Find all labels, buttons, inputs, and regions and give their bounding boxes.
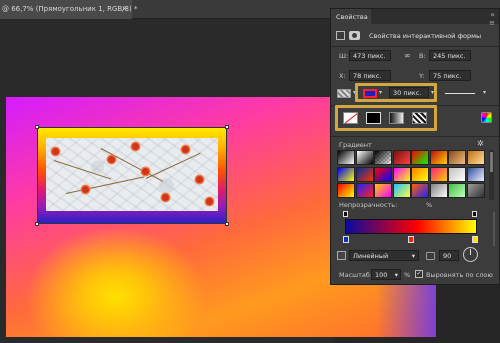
transform-handle[interactable] <box>35 125 39 129</box>
tab-properties[interactable]: Свойства <box>331 9 371 24</box>
vine-stem <box>145 152 201 179</box>
gradient-preset-swatch[interactable] <box>374 166 392 182</box>
fill-type-highlight-box <box>335 105 437 131</box>
gradient-settings-gear-icon[interactable]: ✲ <box>477 139 484 148</box>
panel-tab-strip: Свойства « ≡ <box>331 9 499 27</box>
chevron-down-icon: ▾ <box>394 271 398 279</box>
gradient-preset-swatch[interactable] <box>355 166 374 182</box>
flower-motif <box>196 176 203 183</box>
flower-motif <box>142 168 149 175</box>
opacity-stop-right[interactable] <box>472 211 477 217</box>
flower-motif <box>52 148 59 155</box>
angle-field[interactable]: 90 <box>439 250 459 261</box>
flower-motif <box>108 156 115 163</box>
gradient-preset-swatch[interactable] <box>411 183 429 198</box>
presets-scrollbar[interactable] <box>489 150 494 200</box>
align-label: Выровнять по слою <box>426 271 493 279</box>
fill-swatch[interactable] <box>337 89 351 98</box>
stroke-highlight-box <box>355 83 437 102</box>
scale-value: 100 <box>375 271 388 279</box>
flower-motif <box>182 146 189 153</box>
x-field[interactable]: 78 пикс. <box>349 70 391 81</box>
section-title: Свойства интерактивной формы <box>369 32 482 40</box>
gradient-preset-swatch[interactable] <box>466 150 485 165</box>
width-field[interactable]: 473 пикс. <box>349 50 391 61</box>
gradient-preset-swatch[interactable] <box>466 166 485 182</box>
transform-handle[interactable] <box>225 125 229 129</box>
chevron-down-icon: ▾ <box>411 252 415 260</box>
flower-motif <box>162 194 169 201</box>
color-stop-blue[interactable] <box>343 236 349 243</box>
document-tab[interactable]: @ 66,7% (Прямоугольник 1, RGB/8) * × <box>0 0 137 19</box>
vine-stem <box>100 148 164 182</box>
gradient-preset-swatch[interactable] <box>411 150 429 165</box>
floral-pattern-fill <box>46 138 218 211</box>
collapse-panel-icon[interactable]: « <box>490 10 495 19</box>
scale-unit: % <box>404 271 411 279</box>
document-tab-title: @ 66,7% (Прямоугольник 1, RGB/8) * <box>2 5 138 13</box>
width-label: Ш: <box>339 52 349 60</box>
vine-stem <box>65 176 145 194</box>
gradient-preset-swatch[interactable] <box>392 166 411 182</box>
divider <box>331 136 499 137</box>
flower-motif <box>82 186 89 193</box>
gradient-preset-swatch[interactable] <box>337 183 355 198</box>
gradient-preset-swatch[interactable] <box>429 150 448 165</box>
stroke-type-line-icon[interactable] <box>445 93 475 94</box>
gradient-preset-swatch[interactable] <box>355 150 374 165</box>
gradient-type-icon <box>337 251 346 260</box>
y-field[interactable]: 75 пикс. <box>429 70 471 81</box>
gradient-label: Градиент <box>339 141 372 149</box>
gradient-preset-swatch[interactable] <box>337 150 355 165</box>
mask-properties-icon[interactable] <box>349 31 360 40</box>
flower-motif <box>132 143 139 150</box>
gradient-editor-bar[interactable] <box>345 219 477 234</box>
color-picker-icon[interactable] <box>481 112 492 123</box>
gradient-preset-swatch[interactable] <box>448 150 466 165</box>
divider <box>331 46 499 47</box>
gradient-preset-swatch[interactable] <box>448 166 466 182</box>
reverse-gradient-icon[interactable] <box>426 252 435 260</box>
y-label: Y: <box>419 72 425 80</box>
align-checkbox[interactable]: ✓ <box>415 270 423 278</box>
opacity-stop-left[interactable] <box>343 211 348 217</box>
gradient-preset-swatch[interactable] <box>374 150 392 165</box>
gradient-preset-swatch[interactable] <box>448 183 466 198</box>
opacity-unit: % <box>426 201 433 209</box>
panel-scrollbar[interactable] <box>493 212 495 246</box>
gradient-type-select[interactable]: Линейный ▾ <box>349 250 419 261</box>
angle-dial[interactable] <box>463 247 478 262</box>
panel-menu-icon[interactable]: ≡ <box>489 19 495 27</box>
properties-panel: Свойства « ≡ Свойства интерактивной форм… <box>330 8 500 285</box>
transform-handle[interactable] <box>35 222 39 226</box>
flower-motif <box>206 198 213 205</box>
link-dimensions-icon[interactable]: ∞ <box>404 51 411 60</box>
gradient-preset-swatch[interactable] <box>466 183 485 198</box>
x-label: X: <box>339 72 346 80</box>
shape-properties-icon[interactable] <box>336 31 345 40</box>
gradient-presets-grid <box>337 150 487 200</box>
scale-field[interactable]: 100 ▾ <box>371 269 401 280</box>
scale-label: Масштаб: <box>339 271 373 279</box>
gradient-preset-swatch[interactable] <box>374 183 392 198</box>
gradient-preset-swatch[interactable] <box>392 183 411 198</box>
color-stop-red[interactable] <box>408 236 414 243</box>
height-label: В: <box>419 52 426 60</box>
color-stop-yellow[interactable] <box>472 236 478 243</box>
gradient-preset-swatch[interactable] <box>411 166 429 182</box>
gradient-type-value: Линейный <box>353 252 389 260</box>
vine-stem <box>53 160 112 180</box>
gradient-preset-swatch[interactable] <box>355 183 374 198</box>
gradient-preset-swatch[interactable] <box>429 166 448 182</box>
opacity-label: Непрозрачность: <box>339 201 398 209</box>
stroke-type-dropdown-icon[interactable]: ▾ <box>483 89 486 96</box>
gradient-preset-swatch[interactable] <box>392 150 411 165</box>
close-tab-icon[interactable]: × <box>121 4 128 13</box>
gradient-preset-swatch[interactable] <box>337 166 355 182</box>
height-field[interactable]: 245 пикс. <box>429 50 471 61</box>
rectangle-shape-with-gradient-stroke[interactable] <box>35 125 229 226</box>
gradient-preset-swatch[interactable] <box>429 183 448 198</box>
transform-handle[interactable] <box>225 222 229 226</box>
